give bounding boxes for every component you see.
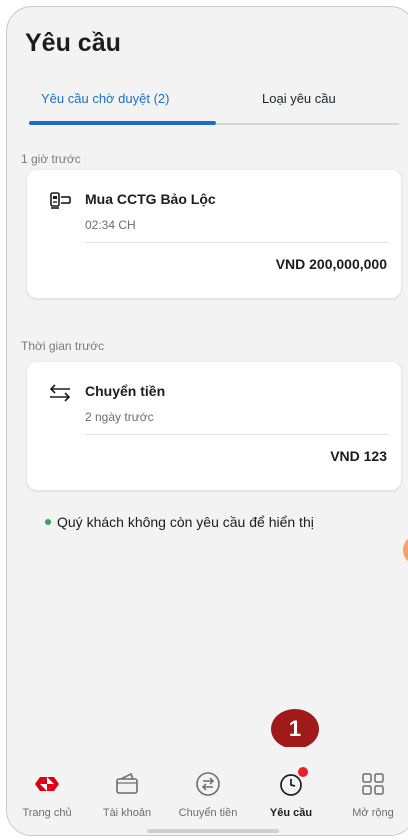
tab-request-types[interactable]: Loại yêu cầu bbox=[262, 91, 336, 106]
transfer-arrows-icon bbox=[49, 384, 71, 402]
request-name: Chuyển tiền bbox=[85, 383, 166, 399]
hsbc-logo-icon bbox=[35, 777, 59, 791]
nav-item-home[interactable]: Trang chủ bbox=[11, 771, 83, 819]
nav-label: Chuyển tiền bbox=[178, 807, 238, 819]
transfer-icon bbox=[196, 772, 220, 796]
card-divider bbox=[85, 242, 389, 243]
annotation-marker: 1 bbox=[271, 709, 319, 749]
section-label-earlier: Thời gian trước bbox=[21, 339, 105, 353]
request-card[interactable]: Chuyển tiền 2 ngày trước VND 123 bbox=[27, 362, 401, 490]
request-time: 02:34 CH bbox=[85, 218, 136, 232]
status-dot-icon bbox=[45, 519, 51, 525]
floating-assistant-button[interactable] bbox=[403, 535, 408, 565]
nav-item-accounts[interactable]: Tài khoản bbox=[91, 771, 163, 819]
home-indicator[interactable] bbox=[147, 829, 279, 833]
request-amount: VND 200,000,000 bbox=[275, 256, 387, 272]
empty-state-message: Quý khách không còn yêu cầu để hiển thị bbox=[57, 514, 314, 530]
wallet-icon bbox=[116, 772, 138, 794]
phone-screen: Yêu cầu Yêu cầu chờ duyệt (2) Loại yêu c… bbox=[6, 6, 408, 836]
tab-pending-requests[interactable]: Yêu cầu chờ duyệt (2) bbox=[41, 91, 169, 106]
request-amount: VND 123 bbox=[330, 448, 387, 464]
notification-badge bbox=[298, 767, 308, 777]
tab-bar: Yêu cầu chờ duyệt (2) Loại yêu cầu bbox=[29, 85, 399, 125]
request-time: 2 ngày trước bbox=[85, 410, 154, 424]
nav-label: Mở rộng bbox=[352, 807, 394, 819]
section-label-recent: 1 giờ trước bbox=[21, 152, 81, 166]
grid-icon bbox=[362, 773, 384, 795]
nav-label: Yêu cầu bbox=[269, 807, 313, 819]
nav-item-more[interactable]: Mở rộng bbox=[337, 771, 408, 819]
page-title: Yêu cầu bbox=[25, 29, 121, 57]
active-tab-indicator bbox=[29, 121, 216, 125]
nav-item-transfer[interactable]: Chuyển tiền bbox=[172, 771, 244, 819]
bottom-navigation: Trang chủ Tài khoản Chuyển tiền Yêu cầu … bbox=[7, 747, 408, 835]
card-divider bbox=[85, 434, 389, 435]
request-card[interactable]: Mua CCTG Bảo Lộc 02:34 CH VND 200,000,00… bbox=[27, 170, 401, 298]
nav-item-requests[interactable]: Yêu cầu bbox=[255, 767, 327, 819]
nav-label: Tài khoản bbox=[102, 807, 152, 819]
request-name: Mua CCTG Bảo Lộc bbox=[85, 191, 216, 207]
nav-label: Trang chủ bbox=[22, 807, 72, 819]
card-reader-icon bbox=[50, 192, 71, 209]
